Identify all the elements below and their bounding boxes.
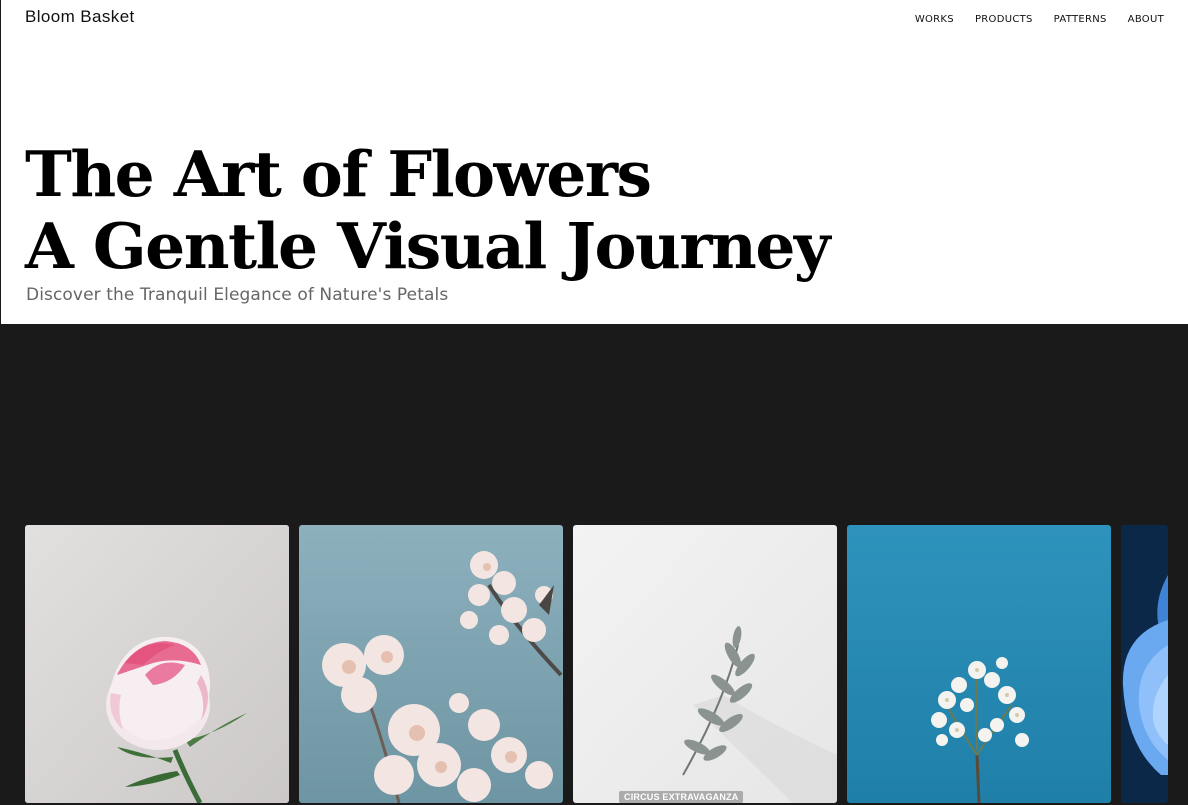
nav-item-works[interactable]: WORKS [915,14,954,25]
site-header: Bloom Basket WORKS PRODUCTS PATTERNS ABO… [1,0,1188,46]
nav-item-patterns[interactable]: PATTERNS [1054,14,1107,25]
blossom-branch-image [299,525,563,803]
nav-item-about[interactable]: ABOUT [1128,14,1164,25]
gallery-card-blue-petal[interactable] [1121,525,1168,803]
gallery-section: CIRCUS EXTRAVAGANZA [1,324,1188,805]
hero-subtitle: Discover the Tranquil Elegance of Nature… [26,285,449,305]
silver-leaves-image [573,525,837,803]
gallery-card-blossom-branch[interactable] [299,525,563,803]
main-nav: WORKS PRODUCTS PATTERNS ABOUT [894,14,1164,25]
card-caption: CIRCUS EXTRAVAGANZA [619,791,744,803]
white-blossom-image [847,525,1111,803]
hero-title-wrapper: The Art of Flowers A Gentle Visual Journ… [1,138,1188,284]
gallery-card-rose[interactable] [25,525,289,803]
gallery-card-white-blossom[interactable] [847,525,1111,803]
blue-petal-image [1121,525,1168,803]
hero-title-line-1: The Art of Flowers [25,138,652,211]
brand-logo-link[interactable]: Bloom Basket [25,7,135,27]
gallery-carousel[interactable]: CIRCUS EXTRAVAGANZA [25,525,1168,805]
gallery-card-silver-leaves[interactable]: CIRCUS EXTRAVAGANZA [573,525,837,803]
hero-title: The Art of Flowers A Gentle Visual Journ… [25,138,831,283]
hero-title-line-2: A Gentle Visual Journey [25,209,831,283]
page: Bloom Basket WORKS PRODUCTS PATTERNS ABO… [0,0,1188,805]
rose-image [25,525,289,803]
nav-item-products[interactable]: PRODUCTS [975,14,1033,25]
